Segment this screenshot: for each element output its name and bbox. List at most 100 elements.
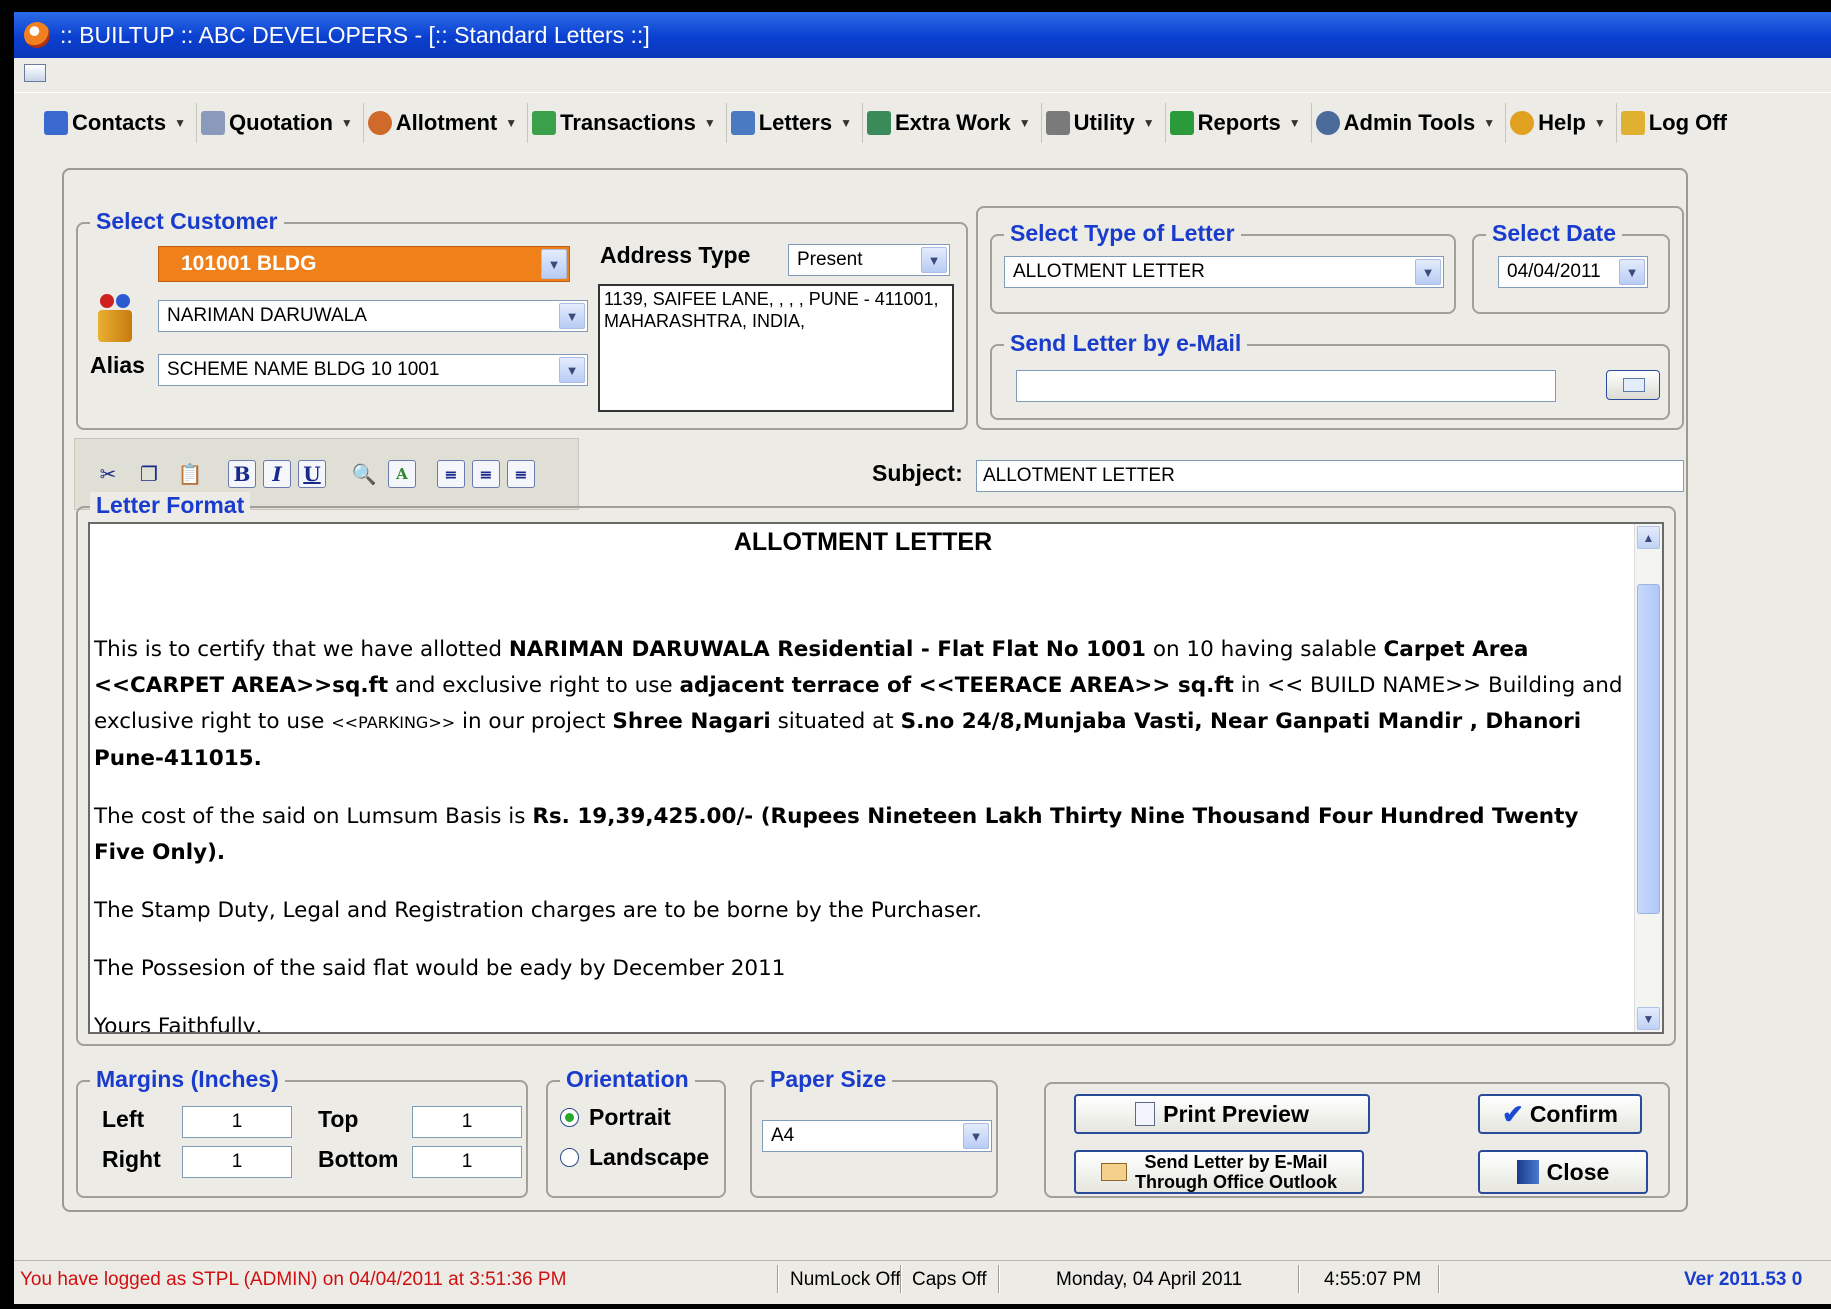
font-icon[interactable]: A [388, 460, 416, 488]
menu-quotation[interactable]: Quotation ▼ [197, 102, 364, 143]
system-bar [14, 58, 1831, 88]
menu-allotment[interactable]: Allotment ▼ [364, 102, 529, 143]
menu-contacts[interactable]: Contacts ▼ [40, 102, 198, 143]
copy-icon[interactable]: ❐ [132, 457, 166, 491]
email-input[interactable] [1016, 370, 1556, 402]
italic-button[interactable]: I [263, 460, 291, 488]
landscape-radio[interactable]: Landscape [560, 1144, 709, 1171]
send-letter-email-group: Send Letter by e-Mail [990, 330, 1670, 420]
date-picker[interactable]: 04/04/2011 ▼ [1498, 256, 1648, 288]
contacts-icon [44, 110, 68, 135]
letter-type-combo[interactable]: ALLOTMENT LETTER ▼ [1004, 256, 1444, 288]
cut-icon[interactable]: ✂ [91, 457, 125, 491]
chevron-down-icon: ▼ [1288, 115, 1301, 130]
editor-scrollbar[interactable]: ▲ ▼ [1634, 524, 1662, 1032]
date-status: Monday, 04 April 2011 [1056, 1269, 1243, 1290]
transactions-icon [532, 110, 557, 135]
menu-reports[interactable]: Reports ▼ [1166, 102, 1312, 143]
align-right-icon[interactable]: ≡ [507, 460, 535, 488]
menu-admin-tools[interactable]: Admin Tools ▼ [1312, 102, 1507, 143]
bottom-margin-input[interactable]: 1 [412, 1146, 522, 1178]
subject-input[interactable]: ALLOTMENT LETTER [976, 460, 1684, 492]
screen-frame: :: BUILTUP :: ABC DEVELOPERS - [:: Stand… [0, 0, 1831, 1309]
chevron-down-icon: ▼ [1483, 115, 1496, 130]
align-center-icon[interactable]: ≡ [472, 460, 500, 488]
date-value: 04/04/2011 [1507, 261, 1601, 282]
letters-icon [730, 110, 755, 135]
right-margin-input[interactable]: 1 [182, 1146, 292, 1178]
title-bar: :: BUILTUP :: ABC DEVELOPERS - [:: Stand… [14, 12, 1831, 58]
left-margin-input[interactable]: 1 [182, 1106, 292, 1138]
customer-name-combo[interactable]: NARIMAN DARUWALA ▼ [158, 300, 588, 332]
version-status: Ver 2011.53 0 [1684, 1269, 1803, 1290]
paper-size-group: Paper Size A4 ▼ [750, 1066, 998, 1198]
menu-letters[interactable]: Letters ▼ [727, 102, 863, 143]
email-send-button[interactable] [1606, 370, 1660, 400]
find-icon[interactable]: 🔍 [347, 457, 381, 491]
send-outlook-button[interactable]: Send Letter by E-Mail Through Office Outl… [1074, 1150, 1364, 1194]
chevron-down-icon[interactable]: ▼ [1619, 259, 1645, 285]
margins-group: Margins (Inches) Left 1 Top 1 Right 1 Bo… [76, 1066, 528, 1198]
scroll-up-icon[interactable]: ▲ [1637, 526, 1660, 549]
mail-icon [1623, 378, 1645, 392]
status-bar: You have logged as STPL (ADMIN) on 04/04… [14, 1260, 1831, 1304]
menu-help[interactable]: Help ▼ [1506, 102, 1617, 143]
print-preview-icon [1135, 1102, 1156, 1126]
close-button[interactable]: Close [1478, 1150, 1648, 1194]
letter-title: ALLOTMENT LETTER [733, 528, 993, 556]
letter-body[interactable]: ALLOTMENT LETTER This is to certify that… [92, 524, 1632, 1032]
form-icon[interactable] [24, 64, 46, 82]
chevron-down-icon[interactable]: ▼ [541, 249, 567, 279]
unit-combo[interactable]: 101001 BLDG ▼ [158, 246, 570, 282]
chevron-down-icon[interactable]: ▼ [921, 247, 947, 273]
paper-size-title: Paper Size [764, 1066, 893, 1093]
chevron-down-icon: ▼ [340, 115, 353, 130]
customer-icon [94, 292, 136, 344]
alias-combo[interactable]: SCHEME NAME BLDG 10 1001 ▼ [158, 354, 588, 386]
extra-work-icon [866, 110, 891, 135]
chevron-down-icon[interactable]: ▼ [559, 303, 585, 329]
envelope-icon [1101, 1163, 1127, 1181]
chevron-down-icon[interactable]: ▼ [1415, 259, 1441, 285]
scroll-thumb[interactable] [1637, 584, 1660, 914]
bold-button[interactable]: B [228, 460, 256, 488]
portrait-radio[interactable]: Portrait [560, 1104, 671, 1131]
alias-value: SCHEME NAME BLDG 10 1001 [167, 359, 440, 380]
address-type-value: Present [797, 249, 863, 270]
address-type-combo[interactable]: Present ▼ [788, 244, 950, 276]
log-off-icon [1620, 110, 1645, 135]
menu-transactions[interactable]: Transactions ▼ [528, 102, 727, 143]
print-preview-button[interactable]: Print Preview [1074, 1094, 1370, 1134]
scroll-down-icon[interactable]: ▼ [1637, 1007, 1660, 1030]
chevron-down-icon: ▼ [505, 115, 518, 130]
menu-utility[interactable]: Utility ▼ [1042, 102, 1166, 143]
left-margin-label: Left [102, 1106, 145, 1132]
letter-closing: Yours Faithfully, [94, 1014, 263, 1032]
select-date-group: Select Date 04/04/2011 ▼ [1472, 220, 1670, 314]
select-customer-title: Select Customer [90, 208, 284, 235]
menu-log-off[interactable]: Log Off [1617, 103, 1737, 143]
customer-name-value: NARIMAN DARUWALA [167, 305, 367, 326]
paste-icon[interactable]: 📋 [173, 457, 207, 491]
address-textarea[interactable]: 1139, SAIFEE LANE, , , , PUNE - 411001, … [598, 284, 954, 412]
allotment-icon [367, 110, 392, 135]
letter-editor[interactable]: ALLOTMENT LETTER This is to certify that… [88, 522, 1664, 1034]
letter-type-value: ALLOTMENT LETTER [1013, 261, 1205, 282]
top-margin-input[interactable]: 1 [412, 1106, 522, 1138]
letter-paragraph-4: The Possesion of the said flat would be … [94, 956, 786, 981]
standard-letters-form: Select Customer 101001 BLDG ▼ NARIMAN DA… [62, 168, 1688, 1212]
chevron-down-icon[interactable]: ▼ [963, 1123, 989, 1149]
underline-button[interactable]: U [298, 460, 326, 488]
right-margin-label: Right [102, 1146, 161, 1172]
chevron-down-icon[interactable]: ▼ [559, 357, 585, 383]
utility-icon [1045, 110, 1070, 135]
menu-extra-work[interactable]: Extra Work ▼ [863, 102, 1042, 143]
letter-paragraph-3: The Stamp Duty, Legal and Registration c… [94, 898, 983, 923]
select-date-title: Select Date [1486, 220, 1623, 247]
confirm-button[interactable]: ✔ Confirm [1478, 1094, 1642, 1134]
orientation-title: Orientation [560, 1066, 695, 1093]
paper-size-combo[interactable]: A4 ▼ [762, 1120, 992, 1152]
align-left-icon[interactable]: ≡ [437, 460, 465, 488]
letter-format-title: Letter Format [90, 492, 251, 519]
app-window: :: BUILTUP :: ABC DEVELOPERS - [:: Stand… [14, 12, 1831, 1304]
